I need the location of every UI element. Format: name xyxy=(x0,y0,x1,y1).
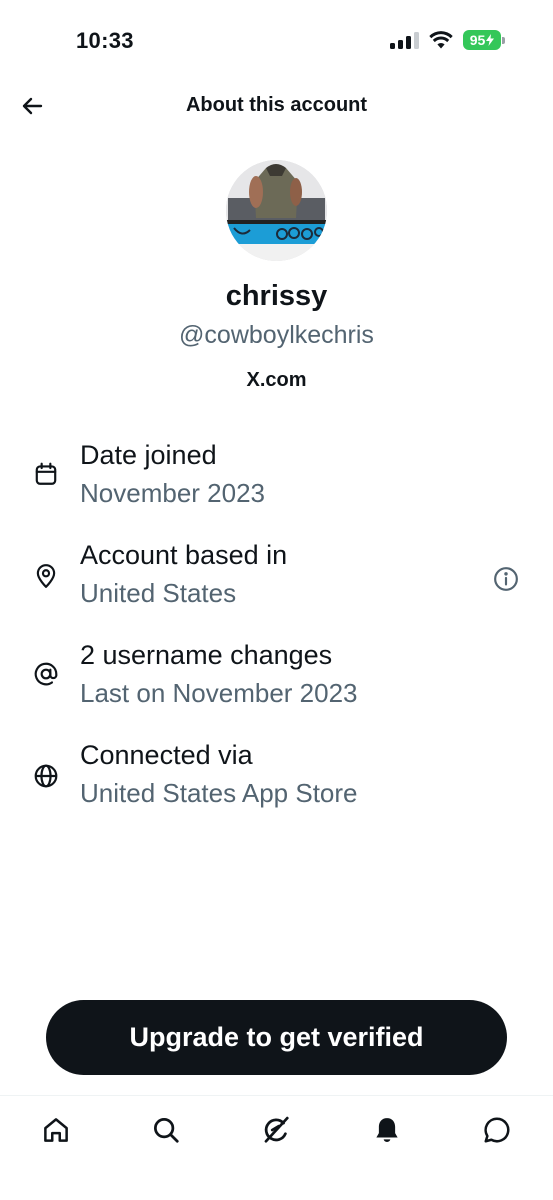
info-row-connected-via: Connected via United States App Store xyxy=(0,740,553,820)
page-title: About this account xyxy=(185,94,368,116)
info-title: Date joined xyxy=(80,440,217,470)
status-bar: 10:33 95 xyxy=(0,0,553,80)
info-circle-icon xyxy=(494,567,518,591)
info-row-date-joined: Date joined November 2023 xyxy=(0,440,553,520)
status-indicators: 95 xyxy=(390,30,505,50)
home-icon xyxy=(44,1118,68,1142)
grok-icon xyxy=(264,1116,289,1143)
battery-cap xyxy=(502,37,505,44)
bottom-tab-bar xyxy=(0,1095,553,1200)
wifi-icon xyxy=(429,31,453,49)
location-pin-icon xyxy=(32,562,60,590)
at-sign-icon xyxy=(32,660,60,688)
status-time: 10:33 xyxy=(76,28,134,53)
info-title: 2 username changes xyxy=(80,640,333,670)
display-name: chrissy xyxy=(225,280,328,312)
battery-level: 95 xyxy=(469,32,486,48)
info-subtitle: United States App Store xyxy=(80,778,358,808)
header: About this account xyxy=(0,80,553,132)
search-icon xyxy=(154,1118,179,1143)
info-subtitle: United States xyxy=(80,578,237,608)
avatar[interactable] xyxy=(226,160,327,261)
charging-bolt-icon xyxy=(486,34,495,46)
info-row-account-based: Account based in United States xyxy=(0,540,553,620)
globe-icon xyxy=(32,762,60,790)
info-row-username-changes: 2 username changes Last on November 2023 xyxy=(0,640,553,720)
account-domain: X.com xyxy=(246,369,307,391)
tab-home[interactable] xyxy=(36,1110,76,1150)
upgrade-button[interactable]: Upgrade to get verified xyxy=(46,1000,507,1075)
info-title: Connected via xyxy=(80,740,253,770)
info-subtitle: Last on November 2023 xyxy=(80,678,358,708)
info-subtitle: November 2023 xyxy=(80,478,265,508)
tab-search[interactable] xyxy=(146,1110,186,1150)
info-button[interactable] xyxy=(491,564,521,594)
notifications-icon xyxy=(376,1118,398,1142)
cellular-signal-icon xyxy=(390,31,419,49)
battery-indicator: 95 xyxy=(463,30,505,50)
messages-icon xyxy=(484,1117,510,1143)
calendar-icon xyxy=(32,460,60,488)
username-handle: @cowboylkechris xyxy=(179,321,374,349)
tab-notifications[interactable] xyxy=(367,1110,407,1150)
info-title: Account based in xyxy=(80,540,288,570)
tab-messages[interactable] xyxy=(477,1110,517,1150)
tab-grok[interactable] xyxy=(256,1110,296,1150)
